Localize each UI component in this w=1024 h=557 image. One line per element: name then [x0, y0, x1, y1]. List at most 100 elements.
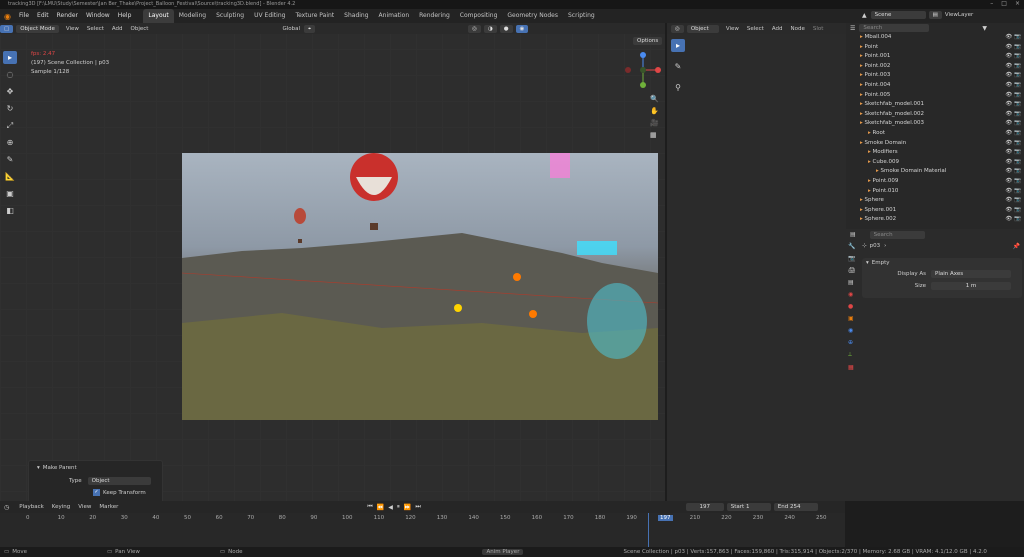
node-menu-node[interactable]: Node	[791, 26, 805, 32]
transform-tool-icon[interactable]: ⊕	[3, 136, 17, 149]
pan-hand-icon[interactable]: ✋	[650, 107, 659, 115]
visibility-icon[interactable]: 👁 📷	[1005, 62, 1021, 72]
visibility-icon[interactable]: 👁 📷	[1005, 100, 1021, 110]
prev-key-icon[interactable]: ⏪	[377, 504, 384, 511]
move-tool-icon[interactable]: ✥	[3, 85, 17, 98]
display-as-dropdown[interactable]: Plain Axes	[931, 270, 1011, 278]
menu-view[interactable]: View	[66, 26, 79, 32]
scene-props-icon[interactable]: ◉	[848, 291, 856, 298]
outliner-item[interactable]: ▸ Sphere 👁 📷	[846, 196, 1024, 206]
workspace-tab-sculpting[interactable]: Sculpting	[211, 9, 249, 23]
workspace-tab-compositing[interactable]: Compositing	[455, 9, 503, 23]
perspective-icon[interactable]: ▦	[650, 131, 659, 139]
timeline-menu-view[interactable]: View	[78, 504, 91, 510]
3d-viewport[interactable]: ▢ Object Mode View Select Add Object Glo…	[0, 23, 665, 501]
menu-select[interactable]: Select	[87, 26, 104, 32]
timeline-menu-playback[interactable]: Playback	[19, 504, 44, 510]
add-mesh-tool-icon[interactable]: ◧	[3, 204, 17, 217]
menu-object[interactable]: Object	[131, 26, 149, 32]
shading-solid-icon[interactable]: ●	[499, 24, 513, 33]
mode-selector[interactable]: Object Mode	[16, 24, 59, 33]
workspace-tab-texture-paint[interactable]: Texture Paint	[290, 9, 339, 23]
menu-add[interactable]: Add	[112, 26, 123, 32]
axis-y-icon[interactable]	[640, 82, 646, 88]
cursor-tool-icon[interactable]: ◌	[3, 68, 17, 81]
pause-icon[interactable]: ⏸	[397, 503, 400, 511]
visibility-icon[interactable]: 👁 📷	[1005, 158, 1021, 168]
node-menu-add[interactable]: Add	[772, 26, 783, 32]
outliner-item[interactable]: ▸ Point.010 👁 📷	[846, 187, 1024, 197]
constraints-props-icon[interactable]: ⊕	[848, 339, 856, 346]
outliner-item[interactable]: ▸ Sketchfab_model.001 👁 📷	[846, 100, 1024, 110]
proportional-edit-icon[interactable]: ◎	[468, 24, 481, 33]
tool-props-icon[interactable]: 🔧	[848, 243, 856, 250]
visibility-icon[interactable]: 👁 📷	[1005, 129, 1021, 139]
minimize-icon[interactable]: –	[990, 0, 993, 9]
texture-props-icon[interactable]: ▦	[848, 364, 856, 371]
blender-logo-icon[interactable]: ◉	[4, 12, 11, 21]
size-field[interactable]: 1 m	[931, 282, 1011, 290]
node-select-icon[interactable]: ▸	[671, 39, 685, 52]
visibility-icon[interactable]: 👁 📷	[1005, 167, 1021, 177]
world-props-icon[interactable]: ●	[848, 303, 856, 310]
workspace-tab-shading[interactable]: Shading	[339, 9, 373, 23]
visibility-icon[interactable]: 👁 📷	[1005, 110, 1021, 120]
next-key-icon[interactable]: ⏩	[404, 504, 411, 511]
view-layer-selector[interactable]: ViewLayer	[945, 12, 973, 18]
timeline-menu-keying[interactable]: Keying	[52, 504, 70, 510]
outliner-filter-icon[interactable]: ☰	[850, 25, 855, 32]
workspace-tab-rendering[interactable]: Rendering	[414, 9, 455, 23]
node-type-selector[interactable]: Object	[686, 24, 719, 33]
end-frame-field[interactable]: End 254	[773, 503, 818, 511]
node-menu-select[interactable]: Select	[747, 26, 764, 32]
menu-file[interactable]: File	[15, 9, 33, 23]
visibility-icon[interactable]: 👁 📷	[1005, 196, 1021, 206]
visibility-icon[interactable]: 👁 📷	[1005, 33, 1021, 43]
pin-icon[interactable]: 📌	[1013, 243, 1020, 250]
play-reverse-icon[interactable]: ◀	[388, 504, 393, 511]
outliner-item[interactable]: ▸ Point.005 👁 📷	[846, 91, 1024, 101]
editor-type-icon[interactable]: ◎	[671, 24, 684, 33]
options-button[interactable]: Options	[633, 37, 663, 45]
outliner-item[interactable]: ▸ Point.003 👁 📷	[846, 71, 1024, 81]
playhead-line[interactable]	[648, 513, 649, 547]
outliner-item[interactable]: ▸ Point.004 👁 📷	[846, 81, 1024, 91]
workspace-tab-geometry-nodes[interactable]: Geometry Nodes	[502, 9, 563, 23]
navigation-gizmo[interactable]	[620, 47, 665, 93]
jump-end-icon[interactable]: ⏭	[415, 503, 420, 511]
outliner-search-input[interactable]: Search	[859, 24, 930, 32]
properties-type-icon[interactable]: ▤	[850, 231, 856, 238]
filter-funnel-icon[interactable]: ▼	[982, 25, 987, 32]
close-icon[interactable]: ×	[1015, 0, 1020, 9]
workspace-tab-animation[interactable]: Animation	[374, 9, 415, 23]
timeline-menu-marker[interactable]: Marker	[99, 504, 118, 510]
select-tool-icon[interactable]: ▸	[3, 51, 17, 64]
outliner-item[interactable]: ▸ Point.001 👁 📷	[846, 52, 1024, 62]
scene-selector[interactable]: Scene	[870, 11, 926, 19]
visibility-icon[interactable]: 👁 📷	[1005, 43, 1021, 53]
visibility-icon[interactable]: 👁 📷	[1005, 81, 1021, 91]
type-dropdown[interactable]: Object	[87, 477, 151, 485]
start-frame-field[interactable]: Start 1	[726, 503, 771, 511]
slot-selector[interactable]: Slot	[813, 26, 824, 32]
visibility-icon[interactable]: 👁 📷	[1005, 148, 1021, 158]
select-box-icon[interactable]: ▢	[0, 24, 14, 33]
outliner-item[interactable]: ▸ Point.002 👁 📷	[846, 62, 1024, 72]
outliner-item[interactable]: ▸ Cube.009 👁 📷	[846, 158, 1024, 168]
scale-tool-icon[interactable]: ⤢	[3, 119, 17, 132]
properties-search-input[interactable]: Search	[869, 230, 925, 239]
timeline-type-icon[interactable]: ◷	[4, 504, 9, 511]
view-layer-icon[interactable]: ▤	[928, 11, 942, 19]
snap-icon[interactable]: ⌖	[304, 24, 316, 33]
visibility-icon[interactable]: 👁 📷	[1005, 206, 1021, 216]
menu-window[interactable]: Window	[82, 9, 114, 23]
visibility-icon[interactable]: 👁 📷	[1005, 71, 1021, 81]
menu-edit[interactable]: Edit	[33, 9, 53, 23]
outliner-item[interactable]: ▸ Root 👁 📷	[846, 129, 1024, 139]
timeline-ruler[interactable]: 0 10 20 30 40 50 60 70 80 90 100 110 120 130 140 150 160…	[0, 513, 845, 547]
shading-render-icon[interactable]: ◉	[515, 24, 529, 33]
measure-tool-icon[interactable]: 📐	[3, 170, 17, 183]
visibility-icon[interactable]: 👁 📷	[1005, 52, 1021, 62]
visibility-icon[interactable]: 👁 📷	[1005, 91, 1021, 101]
menu-render[interactable]: Render	[53, 9, 82, 23]
